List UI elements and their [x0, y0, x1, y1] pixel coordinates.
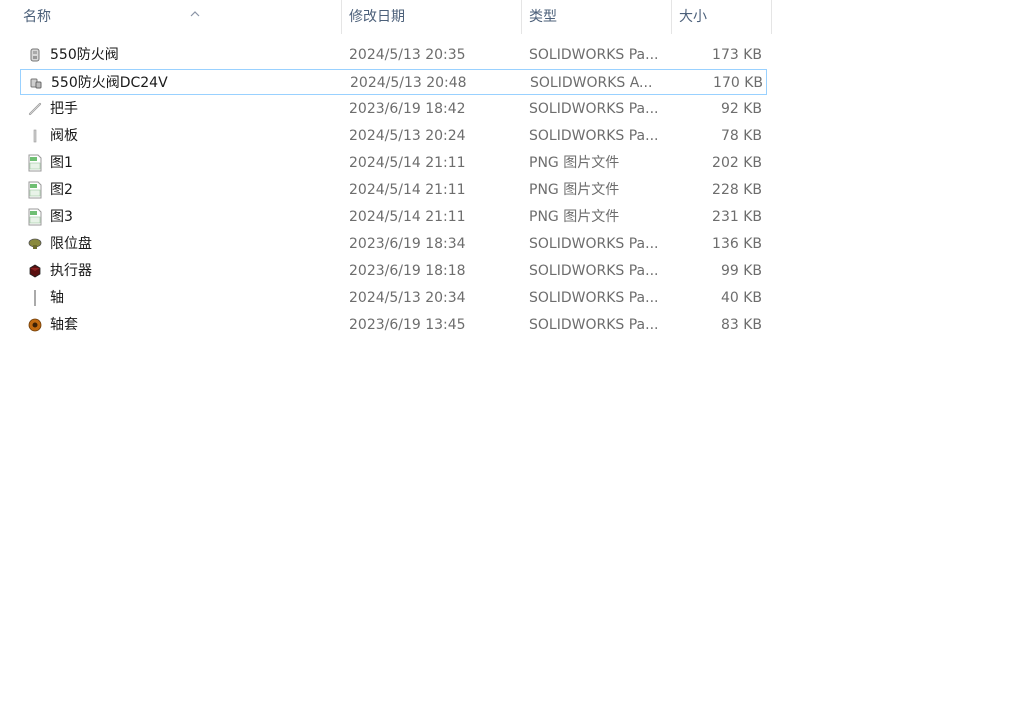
file-modified-date: 2024/5/14 21:11 [349, 155, 466, 171]
file-row[interactable]: 550防火阀 2024/5/13 20:35 SOLIDWORKS Pa... 173… [20, 42, 767, 68]
file-type: SOLIDWORKS Pa... [529, 47, 659, 63]
file-size: 40 KB [720, 290, 762, 306]
file-modified-date: 2024/5/13 20:34 [349, 290, 466, 306]
bushing-part-icon [26, 312, 44, 338]
file-row[interactable]: 图2 2024/5/14 21:11 PNG 图片文件 228 KB [20, 177, 767, 203]
actuator-part-icon [26, 258, 44, 284]
file-row[interactable]: 阀板 2024/5/13 20:24 SOLIDWORKS Pa... 78 KB [20, 123, 767, 149]
column-header-date[interactable]: 修改日期 [342, 0, 522, 34]
column-header-size-label: 大小 [679, 9, 707, 25]
column-header-date-label: 修改日期 [349, 9, 405, 25]
solidworks-part-icon [26, 42, 44, 68]
png-image-icon [26, 150, 44, 176]
file-name: 图2 [50, 182, 73, 198]
file-modified-date: 2024/5/13 20:24 [349, 128, 466, 144]
file-row[interactable]: 限位盘 2023/6/19 18:34 SOLIDWORKS Pa... 136 KB [20, 231, 767, 257]
column-header-type[interactable]: 类型 [522, 0, 672, 34]
file-name: 轴 [50, 290, 64, 306]
file-row[interactable]: 轴套 2023/6/19 13:45 SOLIDWORKS Pa... 83 KB [20, 312, 767, 338]
file-type: PNG 图片文件 [529, 209, 620, 225]
file-name: 执行器 [50, 263, 92, 279]
file-name: 把手 [50, 101, 78, 117]
file-type: PNG 图片文件 [529, 155, 620, 171]
file-size: 170 KB [713, 75, 763, 91]
png-image-icon [26, 177, 44, 203]
file-row[interactable]: 把手 2023/6/19 18:42 SOLIDWORKS Pa... 92 KB [20, 96, 767, 122]
file-type: SOLIDWORKS A... [530, 75, 653, 91]
file-modified-date: 2024/5/13 20:35 [349, 47, 466, 63]
column-header-bar: 名称 修改日期 类型 大小 [0, 0, 772, 34]
file-name: 轴套 [50, 317, 78, 333]
file-explorer-list: 名称 修改日期 类型 大小 550防火阀 2024/5/13 20:35 SOLID… [0, 0, 1011, 711]
handle-part-icon [26, 96, 44, 122]
file-modified-date: 2023/6/19 18:34 [349, 236, 466, 252]
file-name: 550防火阀 [50, 47, 119, 63]
file-size: 202 KB [712, 155, 762, 171]
solidworks-assembly-icon [27, 70, 45, 96]
file-modified-date: 2023/6/19 13:45 [349, 317, 466, 333]
file-type: PNG 图片文件 [529, 182, 620, 198]
file-size: 92 KB [720, 101, 762, 117]
file-type: SOLIDWORKS Pa... [529, 128, 659, 144]
file-type: SOLIDWORKS Pa... [529, 290, 659, 306]
chevron-up-icon [189, 0, 201, 17]
file-type: SOLIDWORKS Pa... [529, 236, 659, 252]
file-modified-date: 2023/6/19 18:42 [349, 101, 466, 117]
file-size: 136 KB [712, 236, 762, 252]
file-size: 83 KB [720, 317, 762, 333]
file-name: 图3 [50, 209, 73, 225]
file-type: SOLIDWORKS Pa... [529, 317, 659, 333]
file-size: 173 KB [712, 47, 762, 63]
file-size: 99 KB [720, 263, 762, 279]
file-name: 图1 [50, 155, 73, 171]
file-row[interactable]: 执行器 2023/6/19 18:18 SOLIDWORKS Pa... 99 KB [20, 258, 767, 284]
plate-part-icon [26, 123, 44, 149]
shaft-part-icon [26, 285, 44, 311]
file-name: 阀板 [50, 128, 78, 144]
limit-disc-part-icon [26, 231, 44, 257]
column-header-size[interactable]: 大小 [672, 0, 772, 34]
file-type: SOLIDWORKS Pa... [529, 263, 659, 279]
column-header-name[interactable]: 名称 [16, 0, 342, 34]
column-header-name-label: 名称 [23, 9, 51, 25]
file-row[interactable]: 轴 2024/5/13 20:34 SOLIDWORKS Pa... 40 KB [20, 285, 767, 311]
file-size: 228 KB [712, 182, 762, 198]
png-image-icon [26, 204, 44, 230]
file-row[interactable]: 550防火阀DC24V 2024/5/13 20:48 SOLIDWORKS A..… [20, 69, 767, 95]
file-modified-date: 2024/5/13 20:48 [350, 75, 467, 91]
file-modified-date: 2024/5/14 21:11 [349, 182, 466, 198]
file-name: 限位盘 [50, 236, 92, 252]
file-modified-date: 2024/5/14 21:11 [349, 209, 466, 225]
column-header-type-label: 类型 [529, 9, 557, 25]
file-size: 231 KB [712, 209, 762, 225]
file-name: 550防火阀DC24V [51, 75, 168, 91]
file-size: 78 KB [720, 128, 762, 144]
file-type: SOLIDWORKS Pa... [529, 101, 659, 117]
file-row[interactable]: 图1 2024/5/14 21:11 PNG 图片文件 202 KB [20, 150, 767, 176]
file-modified-date: 2023/6/19 18:18 [349, 263, 466, 279]
file-row[interactable]: 图3 2024/5/14 21:11 PNG 图片文件 231 KB [20, 204, 767, 230]
